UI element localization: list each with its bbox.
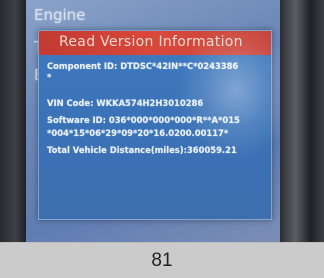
menu-item-engine[interactable]: Engine xyxy=(34,6,85,24)
caption-bar: 81 xyxy=(0,242,324,278)
page-number: 81 xyxy=(151,250,173,271)
photo-page: Engine T B Read Version Information Comp… xyxy=(0,0,324,278)
screen-glare xyxy=(176,20,288,160)
device-screen: Engine T B Read Version Information Comp… xyxy=(26,0,288,242)
device-right-bezel xyxy=(280,0,324,242)
device-photo: Engine T B Read Version Information Comp… xyxy=(0,0,324,242)
component-id-continuation: * xyxy=(47,72,52,82)
device-left-bezel xyxy=(0,0,26,242)
